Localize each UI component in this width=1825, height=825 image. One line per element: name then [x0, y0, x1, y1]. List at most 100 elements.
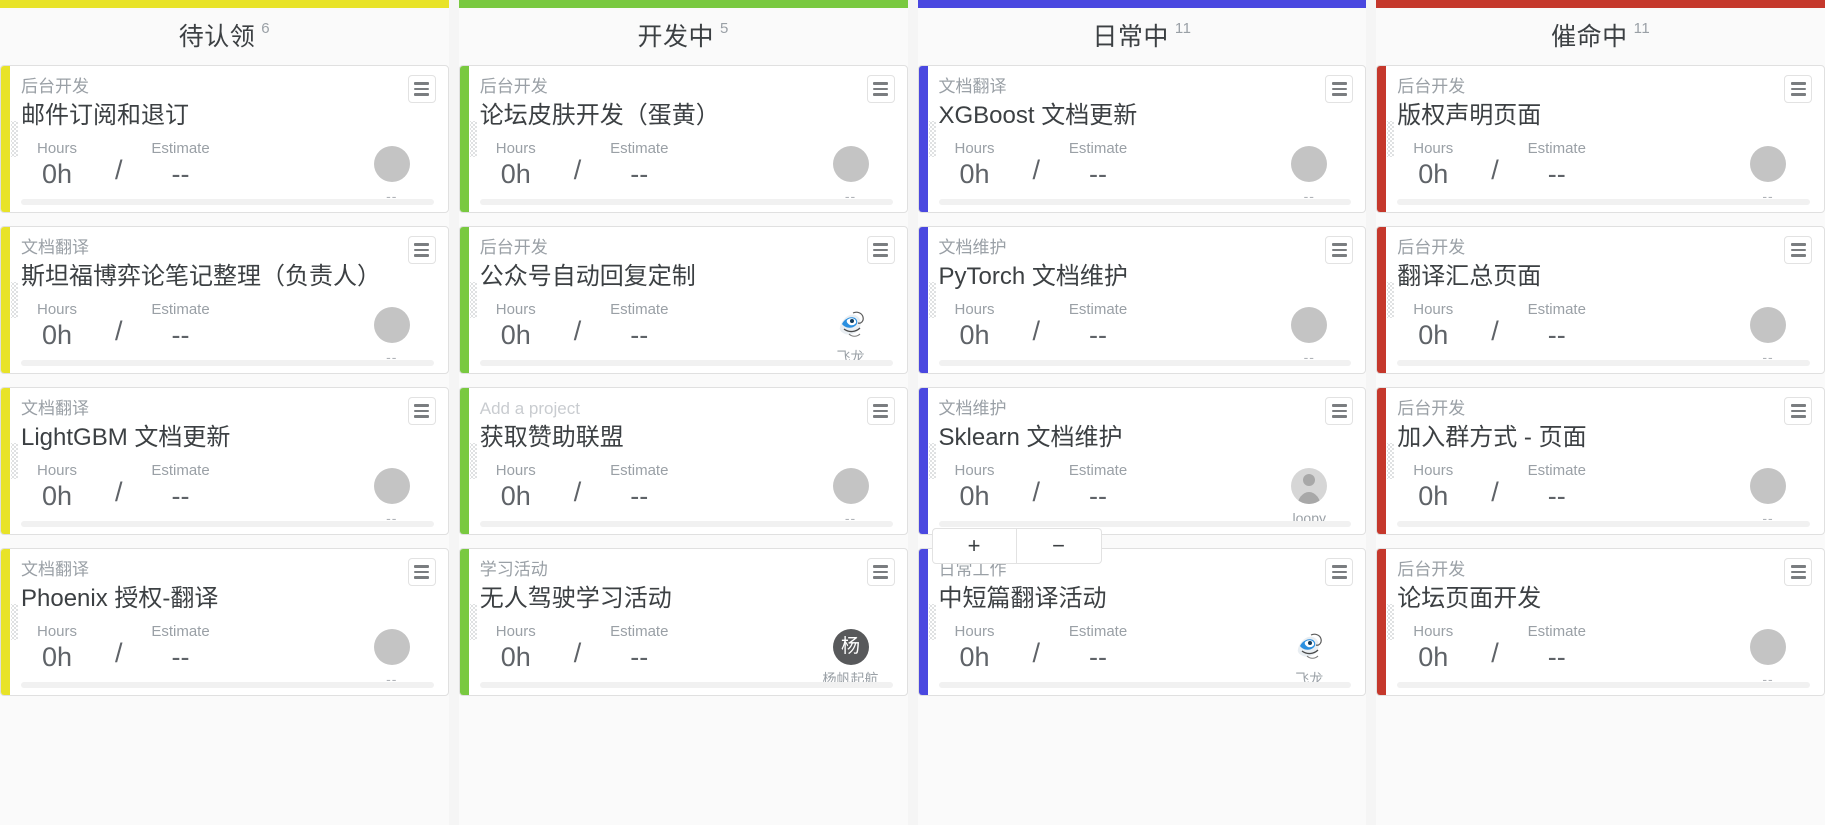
hamburger-menu-icon[interactable] [1325, 75, 1354, 103]
assignee[interactable]: -- [1267, 301, 1351, 366]
hours-value: 0h [500, 159, 531, 190]
hours-label: Hours [495, 462, 536, 480]
assignee[interactable]: -- [1726, 140, 1810, 205]
kanban-column-urgent: 催命中 11 后台开发 版权声明页面 Hours 0h / Estimate -- -- 后台开发翻… [1376, 0, 1825, 825]
drag-handle-icon[interactable] [928, 604, 936, 640]
assignee[interactable]: -- [1726, 462, 1810, 527]
card-progress-bar [479, 682, 893, 688]
kanban-column-in-progress: 开发中 5 后台开发 论坛皮肤开发（蛋黄） Hours 0h / Estimate -- -- 后台… [458, 0, 908, 825]
drag-handle-icon[interactable] [469, 282, 477, 318]
drag-handle-icon[interactable] [469, 443, 477, 479]
estimate-value: -- [171, 159, 190, 190]
task-card[interactable]: 文档翻译 斯坦福博弈论笔记整理（负责人） Hours 0h / Estimate -- -- [0, 226, 449, 374]
hamburger-menu-icon[interactable] [407, 236, 436, 264]
estimate-label: Estimate [1527, 623, 1586, 641]
hamburger-menu-icon[interactable] [1325, 236, 1354, 264]
stepper-increment-button[interactable]: + [931, 528, 1017, 564]
assignee[interactable]: -- [809, 140, 893, 205]
column-header-in-progress[interactable]: 开发中 5 [458, 8, 908, 65]
column-header-todo[interactable]: 待认领 6 [0, 8, 449, 65]
estimate-label: Estimate [1068, 140, 1128, 158]
card-progress-bar [938, 199, 1352, 205]
task-card[interactable]: 后台开发 论坛皮肤开发（蛋黄） Hours 0h / Estimate -- -- [458, 65, 908, 213]
drag-handle-icon[interactable] [11, 282, 18, 318]
task-card[interactable]: 后台开发 邮件订阅和退订 Hours 0h / Estimate -- -- [0, 65, 449, 213]
drag-handle-icon[interactable] [11, 443, 18, 479]
hamburger-menu-icon[interactable] [407, 397, 436, 425]
drag-handle-icon[interactable] [928, 121, 936, 157]
task-card[interactable]: 文档维护 PyTorch 文档维护 Hours 0h / Estimate -- -- [917, 226, 1367, 374]
assignee[interactable]: 飞龙 [809, 301, 893, 366]
task-card[interactable]: 后台开发 加入群方式 - 页面 Hours 0h / Estimate -- -- [1376, 387, 1825, 535]
estimate-value: -- [1089, 159, 1107, 190]
metric-separator: / [115, 638, 123, 669]
hamburger-menu-icon[interactable] [407, 558, 436, 586]
task-card[interactable]: 后台开发 论坛页面开发 Hours 0h / Estimate -- -- [1376, 548, 1825, 696]
card-metrics: Hours 0h / Estimate -- loopy [939, 458, 1352, 527]
column-header-daily[interactable]: 日常中 11 [917, 8, 1367, 65]
assignee[interactable]: -- [350, 462, 434, 527]
drag-handle-icon[interactable] [928, 282, 936, 318]
drag-handle-icon[interactable] [1387, 121, 1395, 157]
task-card[interactable]: Add a project 获取赞助联盟 Hours 0h / Estimate -- -- [458, 387, 908, 535]
hamburger-menu-icon[interactable] [866, 558, 895, 586]
card-project-label: 后台开发 [479, 77, 548, 96]
hours-value: 0h [500, 642, 531, 673]
assignee[interactable]: 杨杨帆起航 [809, 623, 893, 688]
drag-handle-icon[interactable] [11, 121, 18, 157]
hours-label: Hours [1413, 623, 1454, 641]
task-card[interactable]: 后台开发 版权声明页面 Hours 0h / Estimate -- -- [1376, 65, 1825, 213]
assignee[interactable]: -- [1726, 623, 1810, 688]
assignee[interactable]: loopy [1267, 462, 1351, 527]
hamburger-menu-icon[interactable] [1325, 558, 1354, 586]
assignee[interactable]: -- [350, 623, 434, 688]
hamburger-menu-icon[interactable] [1784, 397, 1812, 425]
hamburger-menu-icon[interactable] [866, 236, 895, 264]
task-card[interactable]: 文档翻译 LightGBM 文档更新 Hours 0h / Estimate -- -- [0, 387, 449, 535]
task-card[interactable]: 文档翻译 Phoenix 授权-翻译 Hours 0h / Estimate -- -- [0, 548, 449, 696]
drag-handle-icon[interactable] [1387, 282, 1395, 318]
estimate-metric: Estimate -- [1062, 140, 1134, 192]
card-color-stripe [1, 227, 10, 373]
hours-label: Hours [36, 301, 77, 319]
assignee[interactable]: -- [809, 462, 893, 527]
metric-separator: / [115, 477, 123, 508]
assignee[interactable]: 飞龙 [1267, 623, 1351, 688]
assignee[interactable]: -- [1267, 140, 1351, 205]
assignee[interactable]: -- [1726, 301, 1810, 366]
estimate-metric: Estimate -- [1521, 140, 1593, 192]
hamburger-menu-icon[interactable] [1784, 75, 1812, 103]
metric-separator: / [1032, 316, 1041, 347]
card-progress-bar [1397, 360, 1810, 366]
drag-handle-icon[interactable] [928, 443, 936, 479]
metric-separator: / [1032, 638, 1041, 669]
hamburger-menu-icon[interactable] [407, 75, 436, 103]
drag-handle-icon[interactable] [11, 604, 18, 640]
hamburger-menu-icon[interactable] [866, 75, 895, 103]
hamburger-menu-icon[interactable] [1784, 236, 1812, 264]
hamburger-menu-icon[interactable] [1784, 558, 1812, 586]
column-header-urgent[interactable]: 催命中 11 [1376, 8, 1825, 65]
hamburger-menu-icon[interactable] [1325, 397, 1354, 425]
task-card[interactable]: 后台开发 公众号自动回复定制 Hours 0h / Estimate -- 飞龙 [458, 226, 908, 374]
task-card[interactable]: 学习活动 无人驾驶学习活动 Hours 0h / Estimate -- 杨杨帆起航 [458, 548, 908, 696]
avatar [373, 307, 410, 344]
drag-handle-icon[interactable] [469, 604, 477, 640]
task-card[interactable]: 日常工作 中短篇翻译活动 Hours 0h / Estimate -- 飞龙 [917, 548, 1367, 696]
task-card[interactable]: 文档翻译 XGBoost 文档更新 Hours 0h / Estimate -- -- [917, 65, 1367, 213]
assignee[interactable]: -- [350, 140, 434, 205]
hamburger-menu-icon[interactable] [866, 397, 895, 425]
estimate-value: -- [630, 481, 649, 512]
estimate-metric: Estimate -- [1521, 301, 1593, 353]
drag-handle-icon[interactable] [469, 121, 477, 157]
hours-value: 0h [1418, 481, 1449, 512]
assignee[interactable]: -- [350, 301, 434, 366]
avatar [373, 629, 410, 666]
drag-handle-icon[interactable] [1387, 604, 1395, 640]
stepper-decrement-button[interactable]: − [1016, 528, 1102, 564]
task-card[interactable]: 后台开发 翻译汇总页面 Hours 0h / Estimate -- -- [1376, 226, 1825, 374]
card-title: Phoenix 授权-翻译 [21, 585, 219, 613]
estimate-metric: Estimate -- [1521, 462, 1593, 514]
drag-handle-icon[interactable] [1387, 443, 1395, 479]
task-card[interactable]: 文档维护 Sklearn 文档维护 Hours 0h / Estimate -- loopy [917, 387, 1367, 535]
